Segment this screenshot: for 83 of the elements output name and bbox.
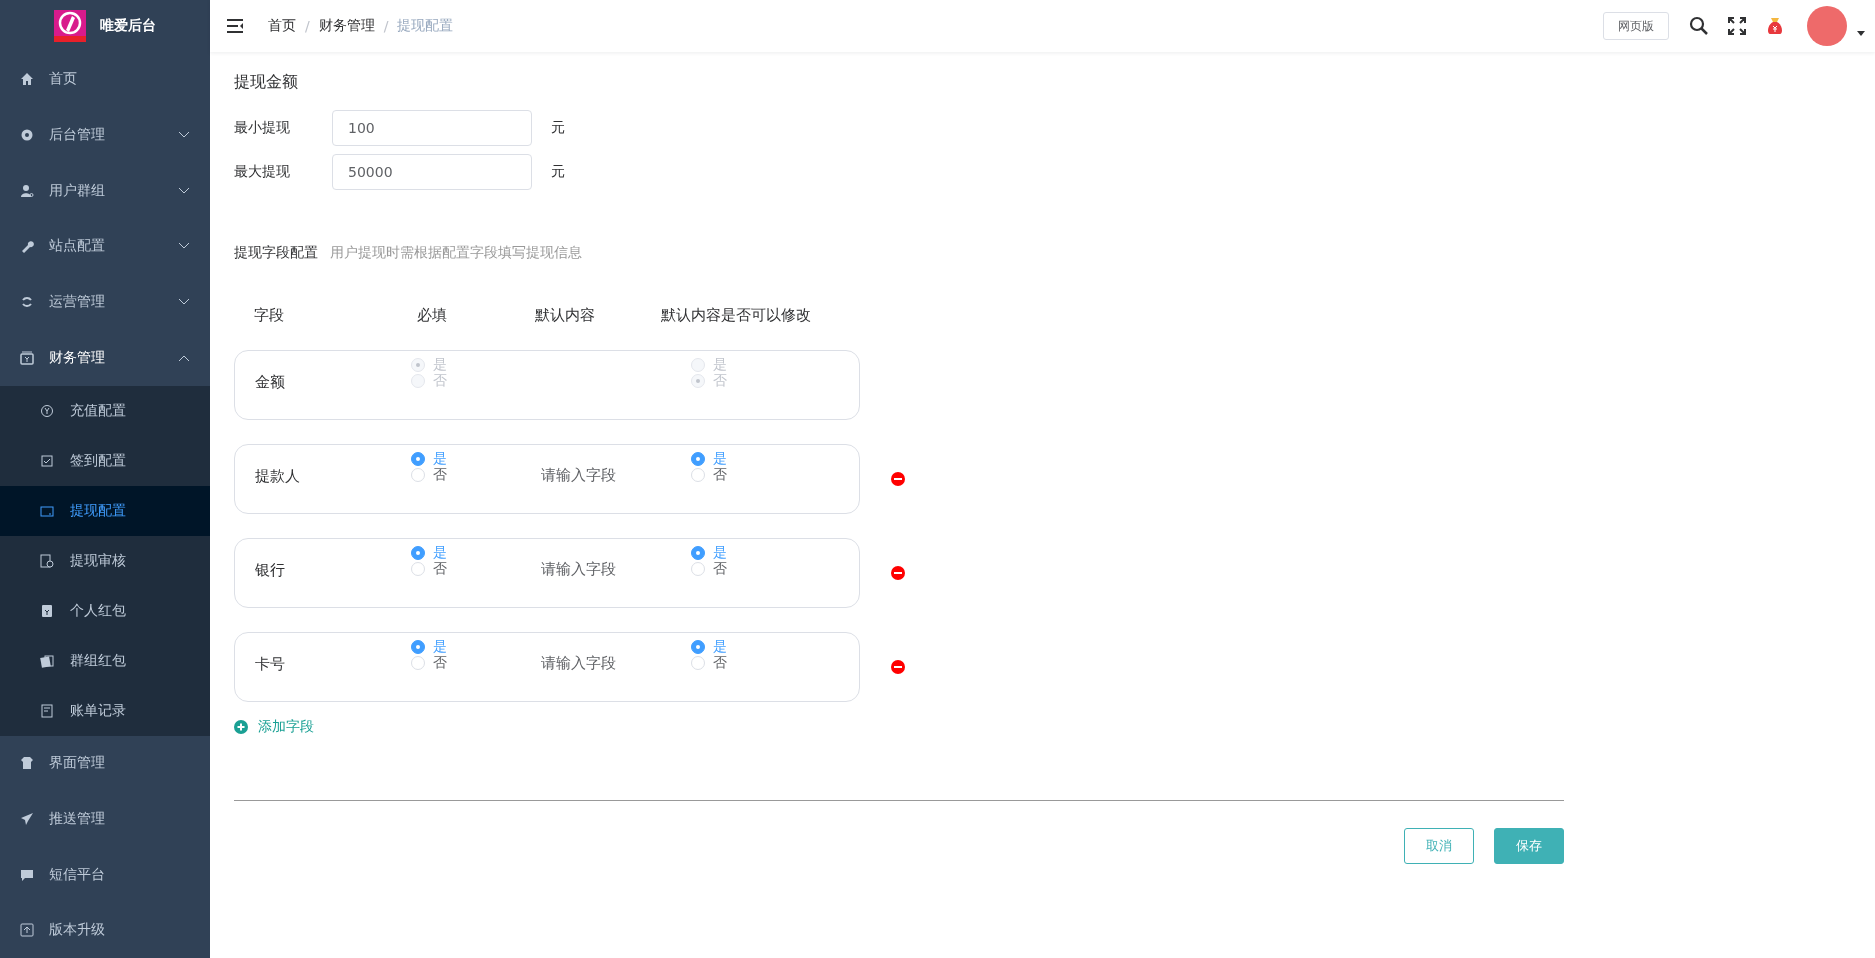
chevron-icon <box>178 298 190 307</box>
sidebar-item[interactable]: 站点配置 <box>0 218 210 275</box>
submenu-item[interactable]: 签到配置 <box>0 435 210 486</box>
section-title: 提现金额 <box>234 72 299 93</box>
breadcrumb-item: 首页 <box>268 17 296 35</box>
add-field-button[interactable]: 添加字段 <box>234 718 314 736</box>
submenu-item[interactable]: 个人红包 <box>0 585 210 636</box>
section-title: 提现字段配置 <box>234 244 318 262</box>
unit-label: 元 <box>551 163 565 181</box>
chevron-icon <box>178 353 190 362</box>
breadcrumb-item: 提现配置 <box>397 17 454 35</box>
field-name: 银行 <box>255 561 286 580</box>
input-field[interactable]: 100 <box>332 110 532 146</box>
caret-icon[interactable] <box>1857 30 1865 36</box>
radio-option[interactable]: 否 <box>691 467 859 483</box>
submenu-item[interactable]: 提现审核 <box>0 535 210 586</box>
radio-option: 是 <box>411 357 541 373</box>
remove-icon[interactable] <box>891 566 905 580</box>
recycle-icon <box>20 295 34 310</box>
field-name: 提款人 <box>255 467 301 486</box>
bill-icon <box>40 703 54 718</box>
radio-option[interactable]: 否 <box>411 467 541 483</box>
remove-icon[interactable] <box>891 472 905 486</box>
radio-option[interactable]: 否 <box>411 561 541 577</box>
chevron-icon <box>178 186 190 195</box>
column-header: 必填 <box>417 306 448 326</box>
breadcrumb-separator: / <box>305 18 310 34</box>
sidebar-item[interactable]: 用户群组 <box>0 162 210 219</box>
home-icon <box>20 72 34 87</box>
radio-option: 是 <box>691 357 859 373</box>
radio-option[interactable]: 否 <box>411 655 541 671</box>
sidebar-item[interactable]: 版本升级 <box>0 902 210 958</box>
field-name: 卡号 <box>255 655 286 674</box>
chat-icon <box>20 867 34 882</box>
menu-icon[interactable] <box>226 18 244 34</box>
breadcrumb-item: 财务管理 <box>318 17 375 35</box>
calendar-icon <box>40 453 54 468</box>
field-label: 最大提现 <box>234 163 291 181</box>
sidebar-item[interactable]: 后台管理 <box>0 107 210 163</box>
remove-icon[interactable] <box>891 660 905 674</box>
wrench-icon <box>20 239 34 254</box>
fullscreen-icon[interactable] <box>1727 16 1747 36</box>
unit-label: 元 <box>551 119 565 137</box>
chevron-icon <box>178 131 190 140</box>
receipt-icon <box>40 553 54 568</box>
search-icon[interactable] <box>1689 16 1709 36</box>
submenu-item[interactable]: 账单记录 <box>0 685 210 736</box>
shirt-icon <box>20 756 34 771</box>
input-field[interactable]: 50000 <box>332 154 532 190</box>
sidebar-item[interactable]: 短信平台 <box>0 846 210 903</box>
column-header: 默认内容 <box>535 306 596 326</box>
sidebar-item[interactable]: 推送管理 <box>0 791 210 847</box>
sidebar-item[interactable]: 界面管理 <box>0 735 210 792</box>
column-header: 默认内容是否可以修改 <box>661 306 812 326</box>
money-bag-icon[interactable] <box>1765 16 1785 36</box>
gear-icon <box>20 128 34 143</box>
coin-icon <box>40 403 54 418</box>
sidebar-item[interactable]: 财务管理 <box>0 329 210 386</box>
envelope-icon <box>40 603 54 618</box>
radio-option: 否 <box>691 373 859 389</box>
field-name: 金额 <box>255 373 286 392</box>
chevron-icon <box>178 242 190 251</box>
avatar[interactable] <box>1807 6 1847 46</box>
submenu-item[interactable]: 提现配置 <box>0 485 210 536</box>
sidebar-item[interactable]: 首页 <box>0 51 210 108</box>
submenu-item[interactable]: 群组红包 <box>0 635 210 686</box>
submenu-item[interactable]: 充值配置 <box>0 385 210 436</box>
user-icon <box>20 183 34 198</box>
plus-icon <box>234 720 248 734</box>
radio-option: 否 <box>411 373 541 389</box>
upload-icon <box>20 923 34 938</box>
sidebar-item[interactable]: 运营管理 <box>0 274 210 330</box>
brand-name: 唯爱后台 <box>100 16 156 35</box>
radio-option[interactable]: 否 <box>691 561 859 577</box>
radio-option[interactable]: 否 <box>691 655 859 671</box>
column-header: 字段 <box>254 306 285 326</box>
breadcrumb-separator: / <box>383 18 389 34</box>
web-version-button[interactable]: 网页版 <box>1603 12 1669 40</box>
envelopes-icon <box>40 653 54 668</box>
logo-icon <box>54 9 86 42</box>
paper-plane-icon <box>20 811 34 826</box>
field-label: 最小提现 <box>234 119 291 137</box>
hint-text: 用户提现时需根据配置字段填写提现信息 <box>330 244 582 262</box>
